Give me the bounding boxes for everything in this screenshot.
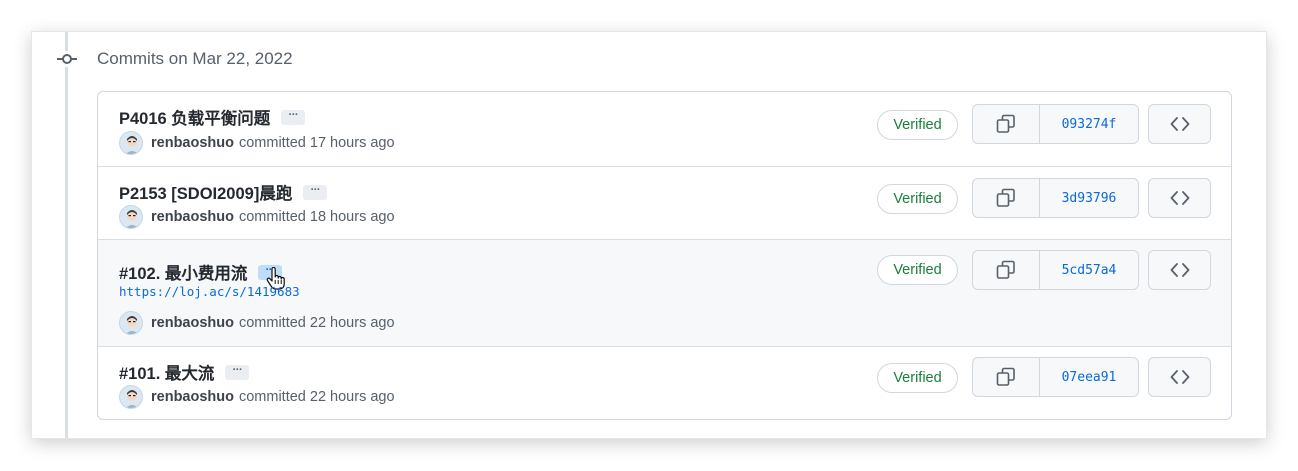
avatar[interactable] <box>119 385 143 409</box>
git-commit-icon <box>55 51 79 67</box>
verified-badge[interactable]: Verified <box>877 110 958 140</box>
sha-button-group: 07eea91 <box>972 357 1139 397</box>
commit-time: committed 22 hours ago <box>238 315 395 331</box>
code-icon <box>1170 117 1189 131</box>
copy-icon <box>996 188 1015 207</box>
code-icon <box>1170 263 1189 277</box>
commit-row: P4016 负载平衡问题 ··· renbaoshuo committed 17… <box>98 92 1231 166</box>
avatar[interactable] <box>119 131 143 155</box>
sha-button-group: 3d93796 <box>972 178 1139 218</box>
commit-list: P4016 负载平衡问题 ··· renbaoshuo committed 17… <box>97 91 1232 420</box>
commit-time: committed 17 hours ago <box>238 135 395 151</box>
commit-description: https://loj.ac/s/1419683 <box>119 284 300 299</box>
commit-title-link[interactable]: P2153 [SDOI2009]晨跑 <box>119 180 292 204</box>
author-link[interactable]: renbaoshuo <box>151 135 234 151</box>
author-link[interactable]: renbaoshuo <box>151 389 234 405</box>
author-link[interactable]: renbaoshuo <box>151 209 234 225</box>
verified-badge[interactable]: Verified <box>877 255 958 285</box>
timeline-line <box>65 32 68 438</box>
copy-sha-button[interactable] <box>973 179 1040 217</box>
commit-row: #101. 最大流 ··· renbaoshuo committed 22 ho… <box>98 346 1231 419</box>
verified-badge[interactable]: Verified <box>877 363 958 393</box>
copy-sha-button[interactable] <box>973 251 1040 289</box>
avatar[interactable] <box>119 205 143 229</box>
sha-button-group: 093274f <box>972 104 1139 144</box>
sha-link[interactable]: 3d93796 <box>1040 179 1138 217</box>
commit-time: committed 18 hours ago <box>238 209 395 225</box>
expand-message-button[interactable]: ··· <box>225 364 250 380</box>
expand-message-button[interactable]: ··· <box>303 184 328 200</box>
sha-button-group: 5cd57a4 <box>972 250 1139 290</box>
browse-repo-button[interactable] <box>1148 250 1211 290</box>
verified-badge[interactable]: Verified <box>877 184 958 214</box>
commits-panel: Commits on Mar 22, 2022 P4016 负载平衡问题 ···… <box>32 32 1266 438</box>
code-icon <box>1170 370 1189 384</box>
copy-icon <box>996 260 1015 279</box>
expand-message-button[interactable]: ··· <box>258 264 283 280</box>
avatar[interactable] <box>119 311 143 335</box>
browse-repo-button[interactable] <box>1148 178 1211 218</box>
copy-sha-button[interactable] <box>973 358 1040 396</box>
day-header: Commits on Mar 22, 2022 <box>97 49 293 68</box>
expand-message-button[interactable]: ··· <box>281 109 306 125</box>
commit-title-link[interactable]: #101. 最大流 <box>119 360 214 384</box>
commit-title-link[interactable]: P4016 负载平衡问题 <box>119 105 270 129</box>
sha-link[interactable]: 07eea91 <box>1040 358 1138 396</box>
browse-repo-button[interactable] <box>1148 104 1211 144</box>
copy-sha-button[interactable] <box>973 105 1040 143</box>
browse-repo-button[interactable] <box>1148 357 1211 397</box>
sha-link[interactable]: 093274f <box>1040 105 1138 143</box>
copy-icon <box>996 367 1015 386</box>
author-link[interactable]: renbaoshuo <box>151 315 234 331</box>
sha-link[interactable]: 5cd57a4 <box>1040 251 1138 289</box>
commit-title-link[interactable]: #102. 最小费用流 <box>119 260 247 284</box>
copy-icon <box>996 114 1015 133</box>
code-icon <box>1170 191 1189 205</box>
commit-time: committed 22 hours ago <box>238 389 395 405</box>
commit-row: #102. 最小费用流 ··· https://loj.ac/s/1419683… <box>98 239 1231 346</box>
commit-row: P2153 [SDOI2009]晨跑 ··· renbaoshuo commit… <box>98 166 1231 239</box>
